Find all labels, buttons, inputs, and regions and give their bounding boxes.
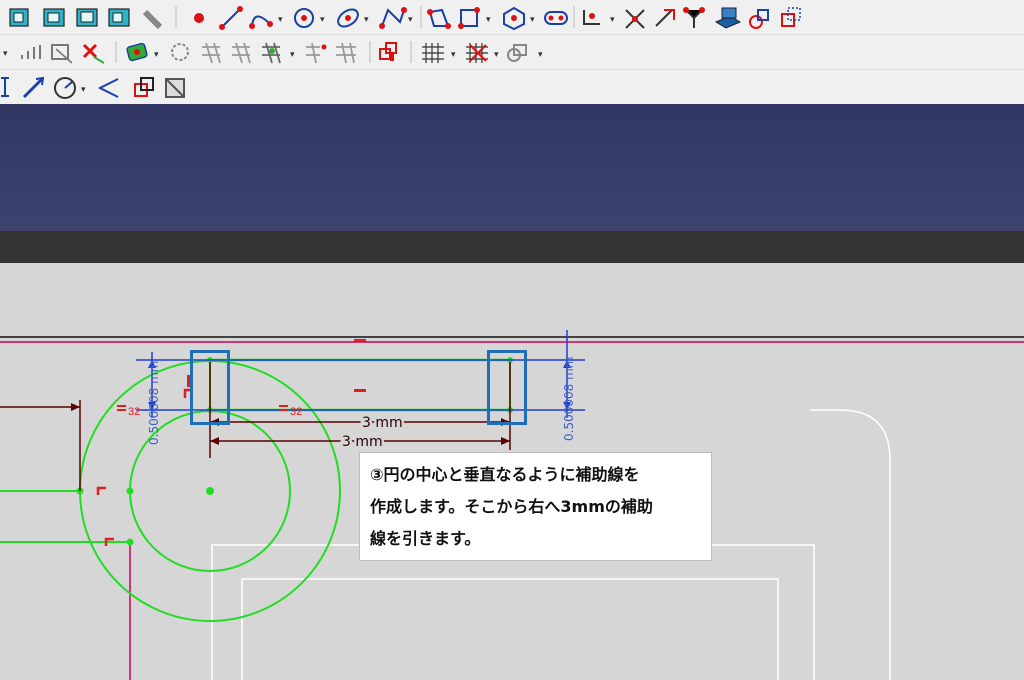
sketch-polygon-icon[interactable]: ▾ — [503, 6, 535, 31]
sketch-arc-icon[interactable]: ▾ — [249, 15, 283, 29]
constraint-angle-icon[interactable] — [97, 78, 119, 98]
svg-text:▾: ▾ — [320, 15, 325, 25]
svg-text:▾: ▾ — [3, 49, 8, 59]
sketch-delete-geometry-icon[interactable] — [306, 42, 327, 64]
circle-center-point[interactable] — [206, 487, 214, 495]
svg-text:▾: ▾ — [364, 15, 369, 25]
sketch-rectangular-array-icon[interactable] — [232, 42, 251, 64]
equal-marker-right-icon — [279, 405, 288, 411]
sketch-rectangle-icon[interactable]: ▾ — [458, 7, 491, 29]
sketch-split-icon[interactable] — [683, 7, 705, 28]
sketch-array-icon[interactable] — [21, 45, 41, 59]
constraint-radius-icon[interactable]: ▾ — [54, 77, 86, 99]
dimension-arrow-a — [210, 437, 219, 445]
svg-text:▾: ▾ — [530, 15, 535, 25]
sketch-rendering-order-icon[interactable]: ▾ — [507, 44, 543, 62]
svg-text:▾: ▾ — [538, 50, 543, 60]
callout-line-1: ③円の中心と垂直なるように補助線を — [370, 465, 640, 484]
view-top-icon[interactable] — [76, 8, 98, 27]
sketch-trim-icon[interactable] — [625, 9, 645, 29]
svg-text:▾: ▾ — [290, 50, 295, 60]
highlight-box-right — [487, 350, 527, 425]
constraint-reference-icon[interactable] — [165, 78, 185, 98]
view-right-icon[interactable] — [108, 8, 130, 27]
workbench-banner — [0, 104, 1024, 231]
circle-left-point[interactable] — [126, 487, 134, 495]
highlight-box-left — [190, 350, 230, 425]
sketch-move-icon[interactable] — [202, 42, 221, 64]
constraint-driving-toggle-icon[interactable] — [134, 77, 154, 97]
svg-text:▾: ▾ — [278, 15, 283, 25]
sketch-fillet-icon[interactable]: ▾ — [583, 10, 615, 25]
sketch-remove-axes-icon[interactable]: ▾ — [262, 42, 295, 64]
sketch-line-icon[interactable] — [219, 6, 243, 30]
sketch-switch-virtual-icon[interactable] — [379, 42, 397, 61]
dimension-label-upper[interactable]: 3 mm — [360, 413, 406, 434]
svg-text:▾: ▾ — [154, 50, 159, 60]
toolbar-row-2: ▾ ▾ ▾ ▾ ▾ ▾ — [0, 35, 1024, 70]
equal-marker-right-label: 32 — [290, 406, 302, 418]
sketch-outline-inner — [241, 578, 779, 680]
equal-marker-left-label: 32 — [128, 406, 140, 418]
sketch-bspline-icon[interactable]: ▾ — [379, 7, 413, 29]
svg-text:▾: ▾ — [81, 85, 86, 95]
dimension-label-vertical-left[interactable]: 0.500008 mm — [147, 361, 161, 445]
sketch-construction-toggle-icon[interactable] — [781, 7, 801, 27]
toolbar-row-1: ▾ ▾ ▾ ▾ ▾ ▾ ▾ — [0, 0, 1024, 35]
constraint-distance-icon[interactable] — [22, 76, 45, 99]
svg-text:▾: ▾ — [610, 15, 615, 25]
sketch-slot-icon[interactable] — [544, 11, 568, 25]
sketch-extend-icon[interactable] — [655, 9, 675, 27]
sketch-carbon-copy-icon[interactable] — [749, 9, 769, 29]
horizontal-constraint-marker — [354, 339, 366, 342]
sketch-external-geometry-icon[interactable] — [714, 7, 742, 29]
sketch-restore-internal-icon[interactable] — [336, 42, 356, 64]
view-tab-bar — [0, 231, 1024, 263]
sketch-point-icon[interactable] — [194, 13, 204, 23]
toolbar-area: ▾ ▾ ▾ ▾ ▾ ▾ ▾ ▾ ▾ ▾ ▾ ▾ ▾ ▾ — [0, 0, 1024, 105]
svg-text:▾: ▾ — [486, 15, 491, 25]
dimension-arrow-b — [501, 437, 510, 445]
dimension-label-vertical-right[interactable]: 0.500008 mm — [562, 357, 576, 441]
callout-line-3: 線を引きます。 — [370, 529, 481, 548]
constraint-vertical-icon[interactable] — [1, 77, 9, 97]
equal-marker-left-icon — [117, 405, 126, 411]
tutorial-callout: ③円の中心と垂直なるように補助線を 作成します。そこから右へ3mmの補助 線を引… — [359, 452, 712, 561]
dimension-arrow-left — [71, 403, 80, 411]
dimension-label-lower[interactable]: 3 mm — [340, 432, 386, 453]
sketch-outline-outer — [810, 409, 891, 680]
horizontal-constraint-marker-2 — [354, 389, 366, 392]
sketch-symmetry-icon[interactable] — [171, 43, 189, 61]
sketch-show-hide-icon[interactable]: ▾ — [126, 42, 159, 62]
sketch-delete-constraints-icon[interactable] — [82, 43, 105, 64]
view-front-icon[interactable] — [43, 8, 65, 27]
sketch-snap-icon[interactable]: ▾ — [466, 43, 499, 63]
sketch-ellipse-icon[interactable]: ▾ — [335, 6, 369, 30]
svg-text:▾: ▾ — [408, 15, 413, 25]
sketch-outline-middle — [211, 544, 815, 680]
coincident-marker-b — [96, 486, 106, 495]
measure-icon[interactable] — [142, 9, 163, 30]
toolbar-row-3: ▾ — [0, 70, 1024, 105]
callout-line-2: 作成します。そこから右へ3mmの補助 — [370, 497, 653, 516]
view-isometric-icon[interactable] — [9, 8, 29, 27]
svg-text:▾: ▾ — [494, 50, 499, 60]
sketch-circle-icon[interactable]: ▾ — [294, 8, 325, 28]
svg-text:▾: ▾ — [451, 50, 456, 60]
sketch-clone-icon[interactable] — [51, 44, 73, 64]
sketch-grid-icon[interactable]: ▾ — [422, 43, 456, 63]
sketch-polyline-icon[interactable] — [427, 8, 451, 29]
